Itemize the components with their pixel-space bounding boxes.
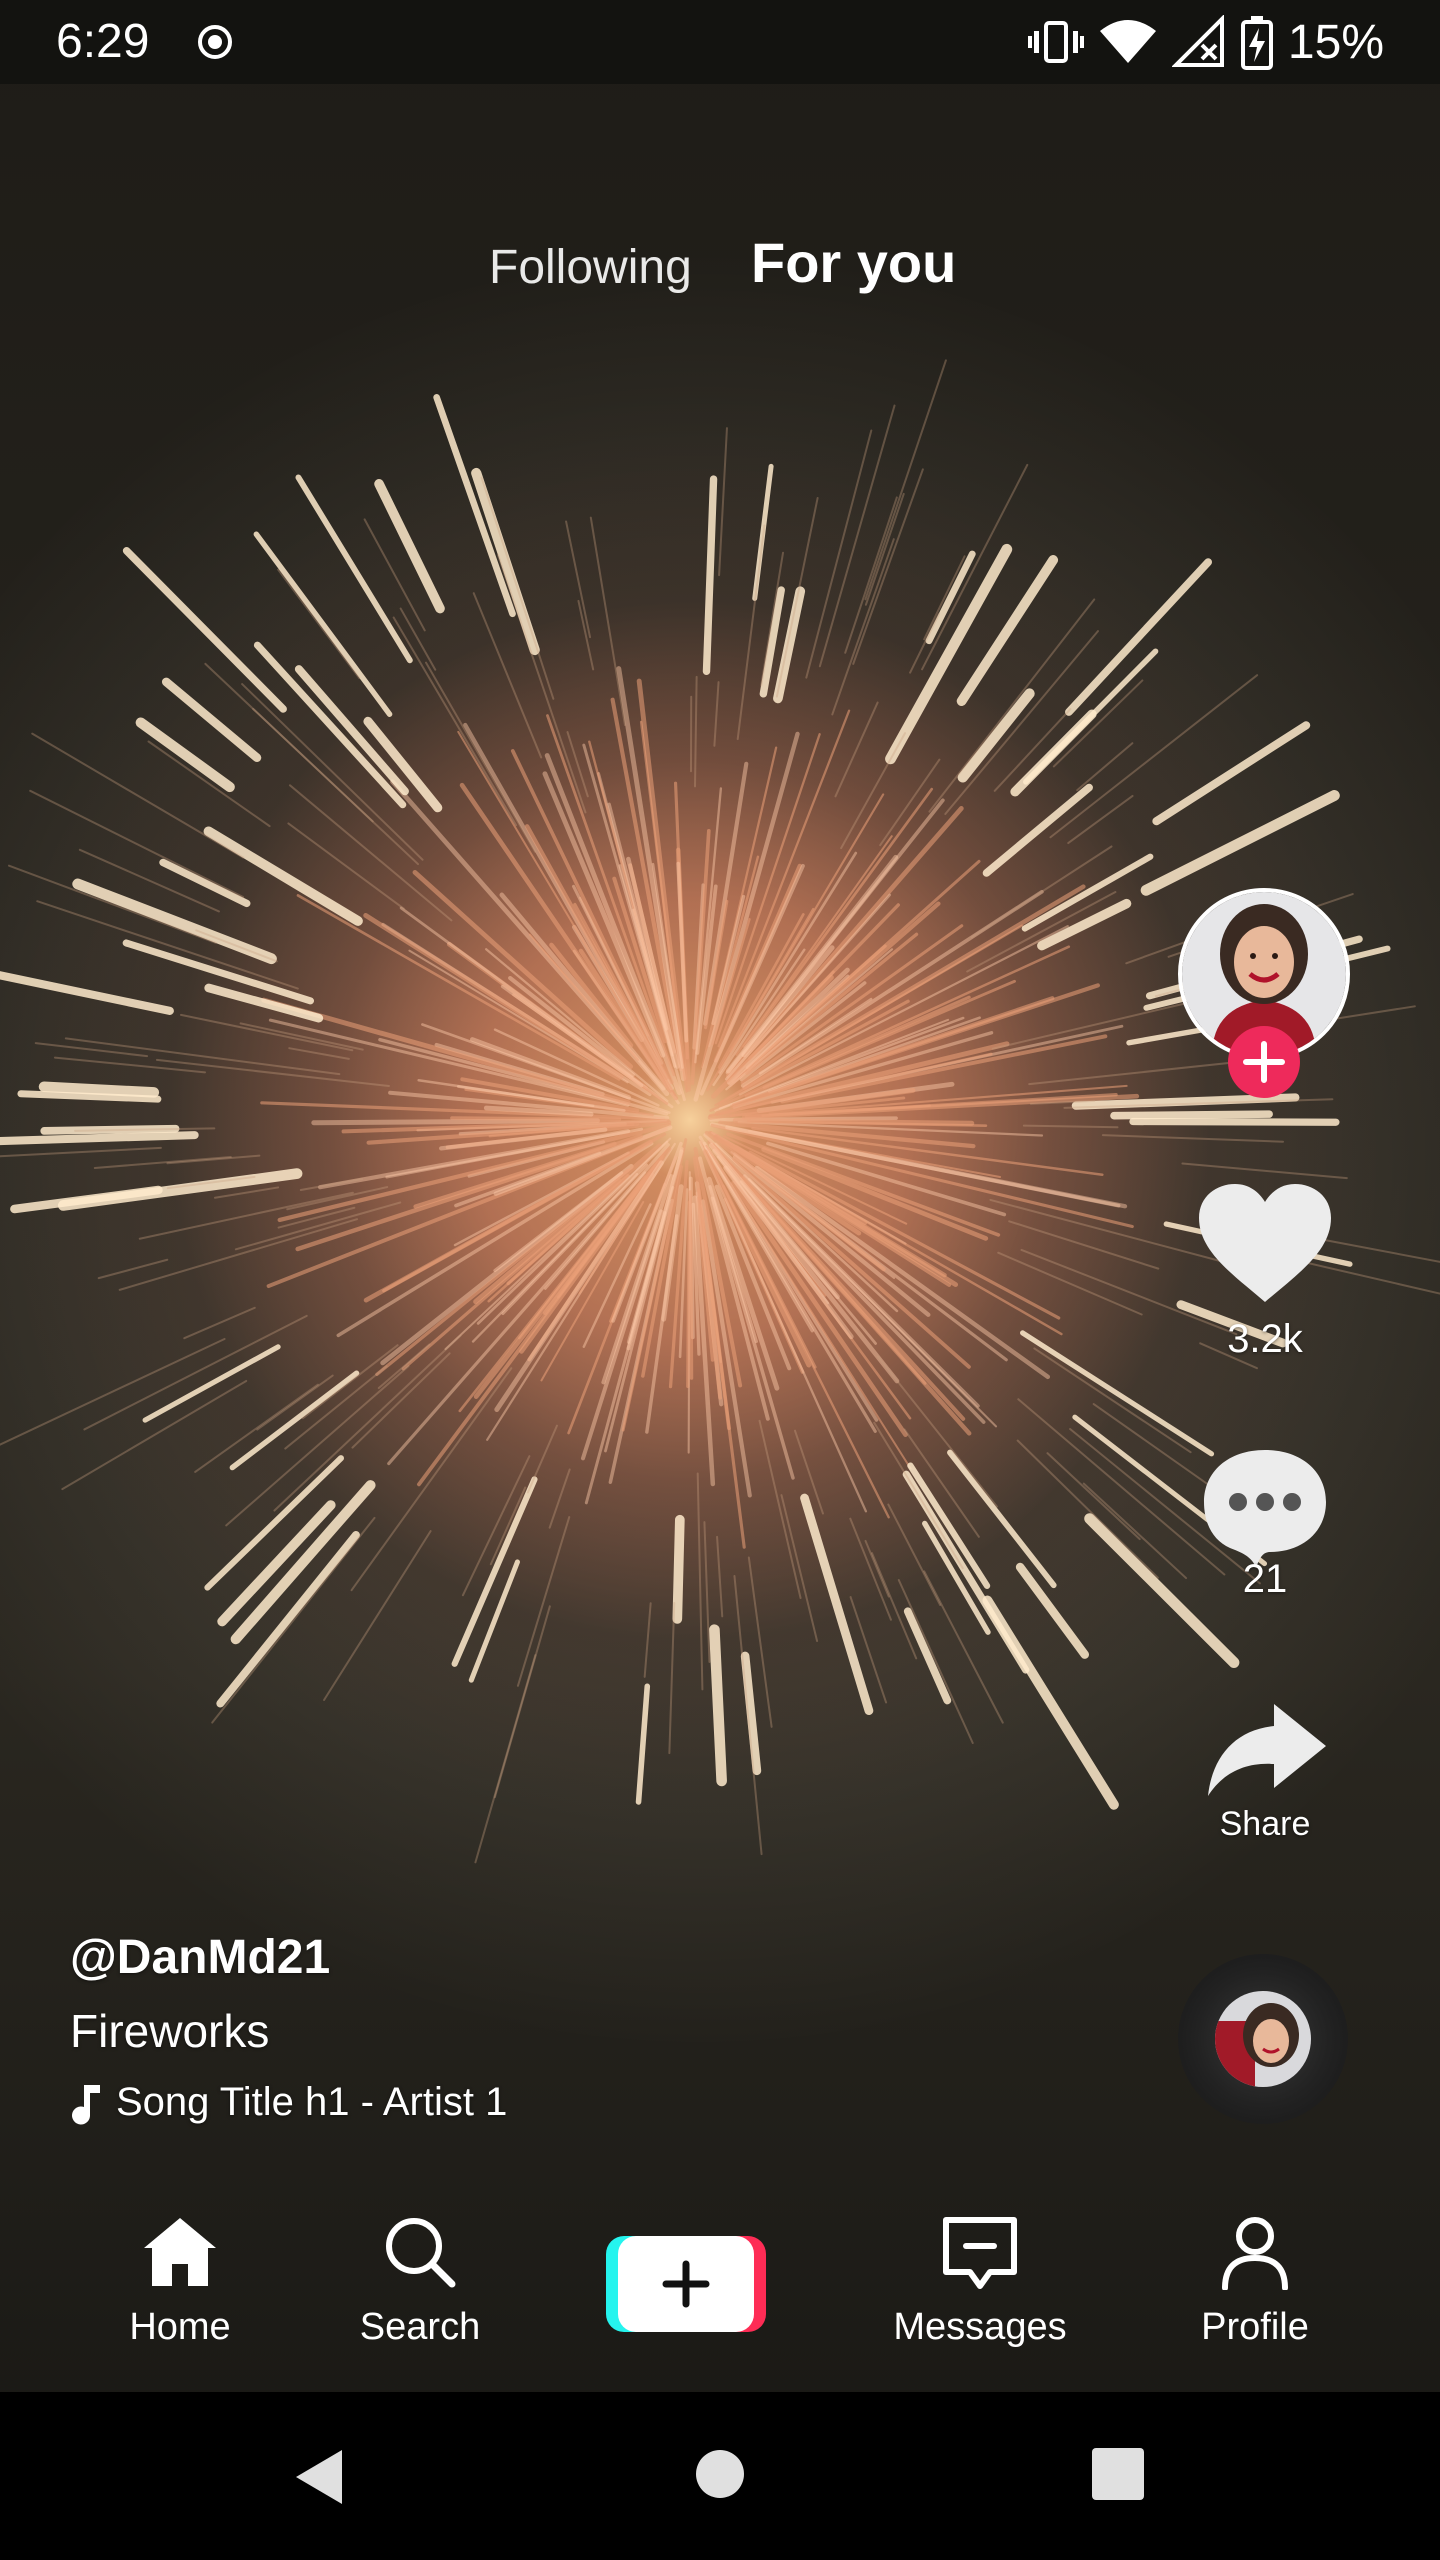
music-info[interactable]: Song Title h1 - Artist 1 [70, 2080, 1070, 2125]
like-button[interactable]: 3.2k [1170, 1180, 1360, 1362]
create-video-button[interactable] [606, 2236, 766, 2332]
share-label: Share [1219, 1805, 1311, 1843]
tab-following[interactable]: Following [489, 240, 692, 295]
nav-profile[interactable]: Profile [1145, 2214, 1365, 2349]
battery-charging-icon [1240, 16, 1273, 70]
wifi-icon [1099, 20, 1156, 63]
back-triangle-icon[interactable] [290, 2446, 346, 2508]
tiktok-feed-screen: 6:29 15% Following For you 3.2k 21 Share… [0, 0, 1440, 2560]
comment-button[interactable]: 21 [1170, 1446, 1360, 1602]
create-button-face [618, 2236, 754, 2332]
music-title: Song Title h1 - Artist 1 [116, 2080, 508, 2124]
feed-tabs: Following For you [0, 226, 1440, 306]
profile-person-icon [1222, 2217, 1288, 2290]
home-circle-icon[interactable] [694, 2448, 746, 2500]
messages-inbox-icon [943, 2217, 1017, 2289]
nav-search-label: Search [359, 2306, 481, 2348]
system-navigation-bar [0, 2392, 1440, 2560]
nav-home[interactable]: Home [70, 2214, 290, 2349]
screen-record-icon [198, 25, 232, 59]
comment-bubble-icon [1204, 1450, 1326, 1568]
video-info: @DanMd21 Fireworks Song Title h1 - Artis… [70, 1930, 1070, 2125]
bottom-navigation: Home Search Messages Profile [0, 2190, 1440, 2392]
nav-search[interactable]: Search [310, 2214, 530, 2349]
creator-username[interactable]: @DanMd21 [70, 1930, 1070, 2000]
video-caption: Fireworks [70, 2005, 270, 2057]
music-note-icon [72, 2084, 100, 2124]
plus-icon [1243, 1041, 1285, 1083]
battery-percentage: 15% [1287, 15, 1384, 69]
status-bar: 6:29 15% [0, 0, 1440, 84]
like-count: 3.2k [1227, 1317, 1303, 1361]
share-button[interactable]: Share [1170, 1700, 1360, 1844]
follow-button[interactable] [1228, 1026, 1300, 1098]
home-icon [144, 2218, 216, 2286]
heart-icon [1199, 1184, 1331, 1302]
nav-messages[interactable]: Messages [870, 2214, 1090, 2349]
music-disc-avatar [1215, 1991, 1311, 2087]
recents-square-icon[interactable] [1092, 2448, 1144, 2500]
share-arrow-icon [1208, 1704, 1326, 1796]
comment-count: 21 [1242, 1557, 1288, 1601]
disc-avatar-image [1215, 1991, 1311, 2087]
create-plus-icon [662, 2260, 710, 2308]
status-time: 6:29 [56, 15, 150, 68]
nav-profile-label: Profile [1201, 2306, 1309, 2348]
vibrate-icon [1027, 21, 1084, 63]
tab-for-you[interactable]: For you [751, 230, 956, 295]
search-icon [386, 2218, 456, 2288]
cellular-signal-icon [1171, 15, 1224, 67]
nav-home-label: Home [129, 2306, 231, 2348]
nav-messages-label: Messages [893, 2306, 1067, 2348]
status-icons: 15% [1027, 12, 1384, 72]
action-rail: 3.2k 21 Share [1170, 880, 1360, 2140]
music-disc-button[interactable] [1178, 1954, 1348, 2124]
